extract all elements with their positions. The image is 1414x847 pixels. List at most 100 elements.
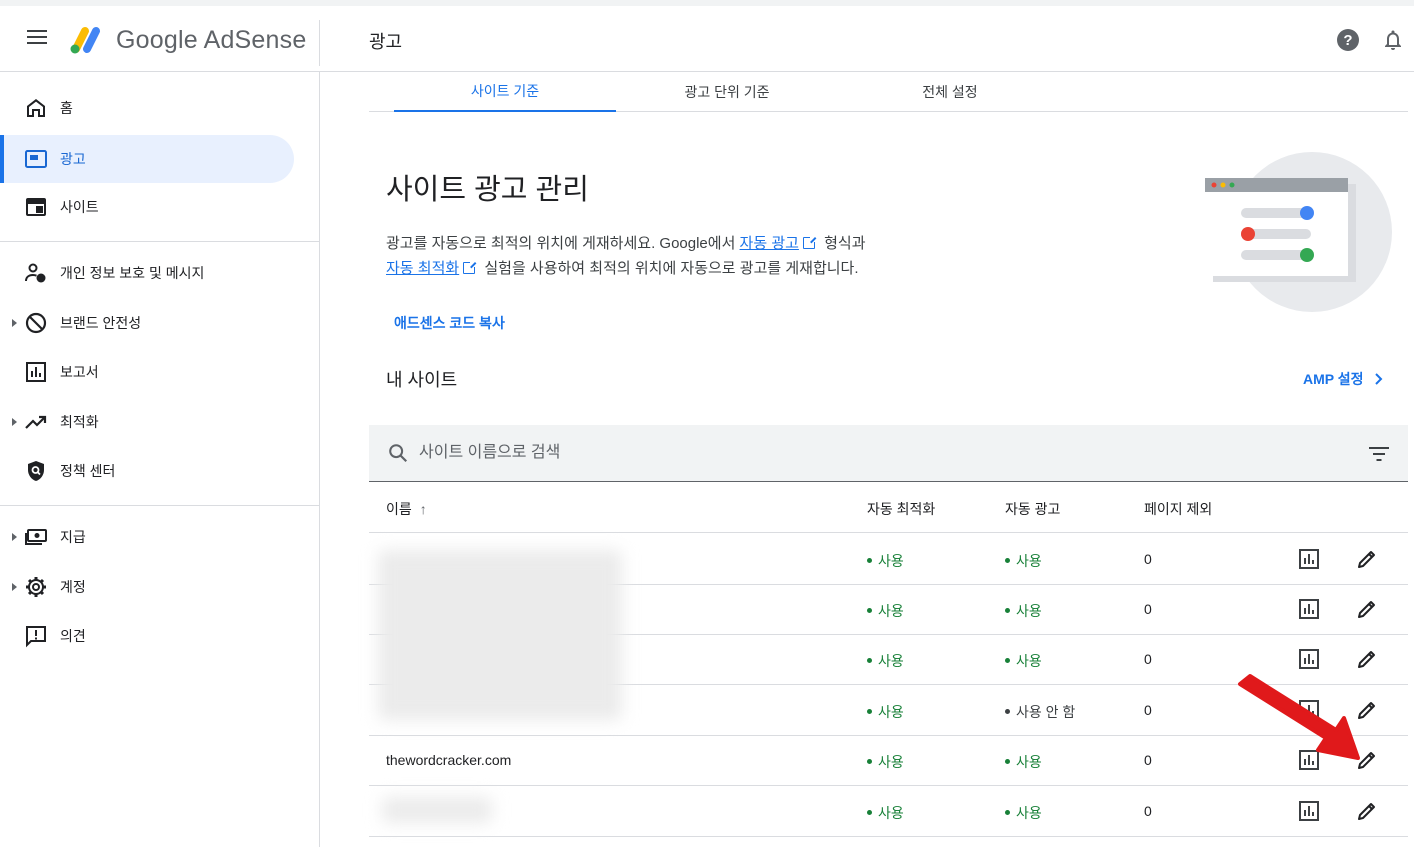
payments-icon bbox=[25, 529, 47, 545]
menu-icon[interactable] bbox=[22, 26, 52, 52]
expand-caret-icon[interactable] bbox=[12, 319, 17, 327]
sidebar-item-brand-safety[interactable]: 브랜드 안전성 bbox=[0, 299, 294, 347]
auto-ads-status: 사용 bbox=[1005, 803, 1042, 823]
auto-optimize-link[interactable]: 자동 최적화 bbox=[386, 260, 459, 277]
adsense-logo[interactable]: Google AdSense bbox=[68, 20, 306, 60]
status-label: 사용 bbox=[1016, 754, 1042, 770]
privacy-messaging-icon bbox=[25, 263, 46, 283]
sidebar-item-label: 지급 bbox=[60, 529, 86, 545]
sidebar-item-account[interactable]: 계정 bbox=[0, 563, 294, 611]
tab-bar: 사이트 기준 광고 단위 기준 전체 설정 bbox=[369, 72, 1408, 112]
sidebar-divider bbox=[0, 505, 319, 506]
status-dot-icon bbox=[867, 810, 872, 815]
report-icon[interactable] bbox=[1297, 799, 1321, 823]
expand-caret-icon[interactable] bbox=[12, 533, 17, 541]
open-in-new-icon bbox=[802, 236, 816, 249]
auto-optimize-status: 사용 bbox=[867, 551, 904, 571]
excluded-pages-count: 0 bbox=[1144, 601, 1152, 617]
auto-ads-status: 사용 bbox=[1005, 551, 1042, 571]
description-text: 실험을 사용하여 최적의 위치에 자동으로 광고를 게재합니다. bbox=[480, 260, 859, 277]
my-sites-heading: 내 사이트 bbox=[386, 370, 458, 390]
edit-pencil-icon[interactable] bbox=[1355, 698, 1379, 722]
status-label: 사용 bbox=[878, 805, 904, 821]
edit-pencil-icon[interactable] bbox=[1355, 547, 1379, 571]
policy-shield-icon bbox=[28, 461, 44, 481]
edit-pencil-icon[interactable] bbox=[1355, 748, 1379, 772]
sites-icon bbox=[26, 198, 46, 216]
column-header-excluded-pages[interactable]: 페이지 제외 bbox=[1144, 499, 1212, 519]
status-dot-icon bbox=[1005, 558, 1010, 563]
tab-by-site[interactable]: 사이트 기준 bbox=[394, 72, 616, 112]
sidebar-item-label: 광고 bbox=[60, 151, 86, 167]
status-dot-icon bbox=[867, 658, 872, 663]
table-row[interactable]: 사용 사용 0 bbox=[369, 786, 1408, 837]
trending-up-icon bbox=[25, 415, 47, 429]
column-header-auto-optimize[interactable]: 자동 최적화 bbox=[867, 499, 935, 519]
table-row[interactable]: thewordcracker.com 사용 사용 0 bbox=[369, 735, 1408, 786]
auto-ads-link[interactable]: 자동 광고 bbox=[740, 235, 799, 252]
report-icon[interactable] bbox=[1297, 748, 1321, 772]
settings-gear-icon bbox=[26, 577, 46, 597]
column-header-auto-ads[interactable]: 자동 광고 bbox=[1005, 499, 1060, 519]
status-dot-icon bbox=[1005, 608, 1010, 613]
report-icon[interactable] bbox=[1297, 547, 1321, 571]
sidebar-item-label: 계정 bbox=[60, 579, 86, 595]
search-icon bbox=[389, 444, 408, 463]
auto-optimize-status: 사용 bbox=[867, 752, 904, 772]
sidebar-item-policy-center[interactable]: 정책 센터 bbox=[0, 447, 294, 495]
copy-adsense-code-button[interactable]: 애드센스 코드 복사 bbox=[394, 313, 505, 333]
page-title: 광고 bbox=[369, 32, 403, 52]
auto-ads-status: 사용 안 함 bbox=[1005, 702, 1075, 722]
sidebar-item-home[interactable]: 홈 bbox=[0, 84, 294, 132]
amp-settings-link[interactable]: AMP 설정 bbox=[1303, 369, 1386, 389]
edit-pencil-icon[interactable] bbox=[1355, 597, 1379, 621]
status-dot-icon bbox=[867, 608, 872, 613]
feedback-icon bbox=[26, 626, 46, 648]
column-header-label: 이름 bbox=[386, 501, 412, 517]
search-input[interactable] bbox=[419, 440, 1319, 466]
tab-global-settings[interactable]: 전체 설정 bbox=[839, 72, 1061, 112]
expand-caret-icon[interactable] bbox=[12, 583, 17, 591]
report-icon[interactable] bbox=[1297, 597, 1321, 621]
sidebar-item-label: 정책 센터 bbox=[60, 463, 116, 479]
table-header: 이름 ↑ 자동 최적화 자동 광고 페이지 제외 bbox=[369, 483, 1408, 533]
status-label: 사용 bbox=[1016, 653, 1042, 669]
auto-optimize-status: 사용 bbox=[867, 702, 904, 722]
sidebar-item-payments[interactable]: 지급 bbox=[0, 513, 294, 561]
status-dot-icon bbox=[1005, 759, 1010, 764]
report-icon[interactable] bbox=[1297, 647, 1321, 671]
sidebar-item-label: 개인 정보 보호 및 메시지 bbox=[60, 265, 205, 281]
report-icon[interactable] bbox=[1297, 698, 1321, 722]
description-text: 형식과 bbox=[819, 235, 866, 252]
site-name[interactable]: thewordcracker.com bbox=[386, 752, 511, 768]
edit-pencil-icon[interactable] bbox=[1355, 647, 1379, 671]
filter-list-icon[interactable] bbox=[1368, 445, 1390, 463]
status-label: 사용 bbox=[878, 553, 904, 569]
notifications-icon[interactable] bbox=[1381, 28, 1405, 52]
adsense-logo-mark-icon bbox=[70, 27, 100, 54]
open-in-new-icon bbox=[463, 261, 477, 274]
column-header-name[interactable]: 이름 ↑ bbox=[386, 499, 427, 519]
sidebar-item-optimization[interactable]: 최적화 bbox=[0, 398, 294, 446]
sidebar-item-ads[interactable]: 광고 bbox=[0, 135, 294, 183]
edit-pencil-icon[interactable] bbox=[1355, 799, 1379, 823]
sidebar-item-label: 최적화 bbox=[60, 414, 99, 430]
sidebar-item-reports[interactable]: 보고서 bbox=[0, 348, 294, 396]
excluded-pages-count: 0 bbox=[1144, 752, 1152, 768]
sidebar-item-sites[interactable]: 사이트 bbox=[0, 183, 294, 231]
description-text: 광고를 자동으로 최적의 위치에 게재하세요. Google에서 bbox=[386, 235, 740, 252]
sidebar-item-label: 의견 bbox=[60, 628, 86, 644]
sidebar-item-feedback[interactable]: 의견 bbox=[0, 612, 294, 660]
help-icon[interactable]: ? bbox=[1336, 28, 1360, 52]
auto-ads-status: 사용 bbox=[1005, 752, 1042, 772]
status-dot-icon bbox=[1005, 810, 1010, 815]
expand-caret-icon[interactable] bbox=[12, 418, 17, 426]
status-dot-icon bbox=[867, 759, 872, 764]
sidebar-item-privacy-messaging[interactable]: 개인 정보 보호 및 메시지 bbox=[0, 249, 294, 297]
section-title: 사이트 광고 관리 bbox=[386, 174, 589, 206]
chevron-right-icon bbox=[1374, 373, 1382, 385]
tab-by-ad-unit[interactable]: 광고 단위 기준 bbox=[616, 72, 838, 112]
sidebar-item-label: 브랜드 안전성 bbox=[60, 315, 142, 331]
reports-icon bbox=[26, 362, 46, 382]
excluded-pages-count: 0 bbox=[1144, 551, 1152, 567]
